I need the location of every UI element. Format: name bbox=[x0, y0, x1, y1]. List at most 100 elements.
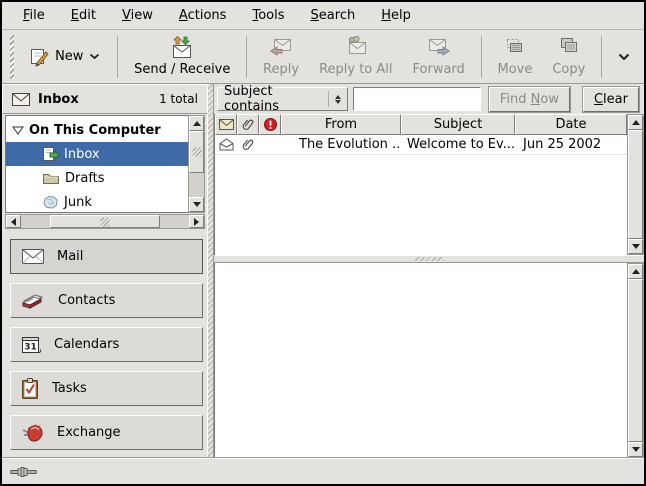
toolbar-separator bbox=[601, 36, 602, 78]
shortcut-exchange-button[interactable]: Exchange bbox=[10, 415, 203, 450]
menu-actions[interactable]: Actions bbox=[166, 4, 240, 27]
new-button[interactable]: New bbox=[18, 40, 111, 74]
reply-to-all-button[interactable]: Reply to All bbox=[309, 32, 402, 81]
content-area: Inbox 1 total On This Computer bbox=[2, 84, 644, 458]
scrollbar-thumb[interactable] bbox=[628, 279, 643, 442]
online-status-icon[interactable] bbox=[10, 466, 40, 478]
expander-triangle-icon[interactable] bbox=[12, 126, 24, 135]
shortcut-label: Mail bbox=[57, 249, 83, 264]
menu-bar: File Edit View Actions Tools Search Help bbox=[2, 2, 644, 30]
tree-item-label: On This Computer bbox=[29, 123, 161, 138]
folder-title: Inbox bbox=[38, 92, 79, 107]
arrow-right-icon bbox=[194, 218, 199, 226]
send-receive-icon bbox=[169, 36, 195, 60]
toolbar-drag-handle[interactable] bbox=[10, 35, 14, 79]
menu-edit[interactable]: Edit bbox=[58, 4, 109, 27]
scroll-down-button[interactable] bbox=[628, 442, 643, 457]
send-receive-button[interactable]: Send / Receive bbox=[124, 32, 240, 81]
reply-label: Reply bbox=[263, 62, 299, 77]
scrollbar-thumb[interactable] bbox=[50, 215, 160, 228]
search-bar: Subject contains Find Now Clear bbox=[214, 84, 644, 114]
combo-updown-arrow-icon bbox=[328, 91, 341, 107]
column-date-label: Date bbox=[555, 117, 586, 132]
scroll-right-button[interactable] bbox=[189, 215, 204, 228]
scroll-down-button[interactable] bbox=[189, 197, 204, 212]
tree-item-junk[interactable]: Junk bbox=[6, 190, 188, 213]
menu-tools[interactable]: Tools bbox=[239, 4, 297, 27]
tree-item-inbox[interactable]: Inbox bbox=[6, 142, 188, 166]
new-dropdown-chevron-icon bbox=[89, 53, 100, 60]
menu-file[interactable]: File bbox=[10, 4, 58, 27]
message-status-icon bbox=[219, 119, 234, 130]
move-icon bbox=[502, 36, 528, 60]
copy-button[interactable]: Copy bbox=[542, 32, 595, 81]
menu-search[interactable]: Search bbox=[298, 4, 369, 27]
tasks-icon bbox=[21, 378, 40, 400]
shortcut-bar: Mail Contacts 31 Calendars bbox=[2, 229, 207, 458]
toolbar-separator bbox=[481, 36, 482, 78]
reply-to-all-icon bbox=[343, 36, 369, 60]
open-envelope-icon bbox=[215, 138, 237, 151]
shortcut-contacts-button[interactable]: Contacts bbox=[10, 283, 203, 318]
folder-tree-vertical-scrollbar[interactable] bbox=[188, 115, 205, 213]
column-subject[interactable]: Subject bbox=[401, 114, 515, 135]
scroll-up-button[interactable] bbox=[628, 264, 643, 279]
shortcut-label: Calendars bbox=[54, 337, 119, 352]
vertical-pane-splitter[interactable] bbox=[207, 84, 214, 458]
column-from[interactable]: From bbox=[281, 114, 401, 135]
junk-folder-icon bbox=[42, 195, 59, 210]
search-input[interactable] bbox=[353, 87, 481, 111]
shortcut-calendars-button[interactable]: 31 Calendars bbox=[10, 327, 203, 362]
attachment-icon bbox=[237, 138, 259, 151]
reply-icon bbox=[268, 36, 294, 60]
folder-icon bbox=[42, 171, 60, 185]
scroll-left-button[interactable] bbox=[6, 215, 21, 228]
arrow-up-icon bbox=[193, 121, 201, 126]
column-attachment[interactable] bbox=[237, 114, 259, 135]
tree-item-label: Drafts bbox=[65, 171, 105, 186]
mail-pane: Subject contains Find Now Clear bbox=[214, 84, 644, 458]
chevron-down-icon bbox=[618, 53, 630, 61]
move-button[interactable]: Move bbox=[487, 32, 542, 81]
find-now-button[interactable]: Find Now bbox=[489, 87, 570, 112]
arrow-down-icon bbox=[632, 447, 640, 452]
scrollbar-thumb[interactable] bbox=[628, 130, 643, 239]
status-bar bbox=[2, 458, 644, 484]
forward-button[interactable]: Forward bbox=[403, 32, 475, 81]
search-criteria-dropdown[interactable]: Subject contains bbox=[217, 87, 348, 111]
tree-item-drafts[interactable]: Drafts bbox=[6, 166, 188, 190]
folder-message-count: 1 total bbox=[159, 92, 198, 106]
scrollbar-thumb[interactable] bbox=[189, 131, 204, 173]
scroll-down-button[interactable] bbox=[628, 239, 643, 254]
toolbar-overflow-button[interactable] bbox=[608, 49, 640, 65]
shortcut-label: Exchange bbox=[57, 425, 121, 440]
message-list-vertical-scrollbar[interactable] bbox=[627, 114, 644, 255]
reply-button[interactable]: Reply bbox=[253, 32, 309, 81]
shortcut-tasks-button[interactable]: Tasks bbox=[10, 371, 203, 406]
menu-view[interactable]: View bbox=[109, 4, 166, 27]
column-status[interactable] bbox=[215, 114, 237, 135]
message-row[interactable]: The Evolution ... Welcome to Ev... Jun 2… bbox=[215, 135, 627, 155]
scroll-up-button[interactable] bbox=[189, 116, 204, 131]
arrow-down-icon bbox=[193, 202, 201, 207]
important-icon bbox=[264, 118, 277, 131]
scroll-up-button[interactable] bbox=[628, 115, 643, 130]
shortcut-mail-button[interactable]: Mail bbox=[10, 239, 203, 274]
message-from: The Evolution ... bbox=[281, 137, 401, 152]
tree-item-on-this-computer[interactable]: On This Computer bbox=[6, 118, 188, 142]
calendar-icon: 31 bbox=[21, 335, 42, 355]
column-important[interactable] bbox=[259, 114, 281, 135]
preview-pane-splitter[interactable] bbox=[214, 255, 644, 263]
evolution-window: File Edit View Actions Tools Search Help… bbox=[0, 0, 646, 486]
new-button-label: New bbox=[55, 49, 83, 64]
column-subject-label: Subject bbox=[434, 117, 483, 132]
tree-item-label: Inbox bbox=[64, 147, 100, 162]
column-date[interactable]: Date bbox=[515, 114, 627, 135]
menu-help[interactable]: Help bbox=[368, 4, 424, 27]
toolbar: New Send / Receive Reply Reply to All bbox=[2, 30, 644, 84]
folder-tree-horizontal-scrollbar[interactable] bbox=[5, 214, 205, 229]
preview-vertical-scrollbar[interactable] bbox=[627, 263, 644, 458]
move-label: Move bbox=[497, 62, 532, 77]
clear-button[interactable]: Clear bbox=[583, 87, 639, 112]
mail-icon bbox=[21, 248, 45, 265]
